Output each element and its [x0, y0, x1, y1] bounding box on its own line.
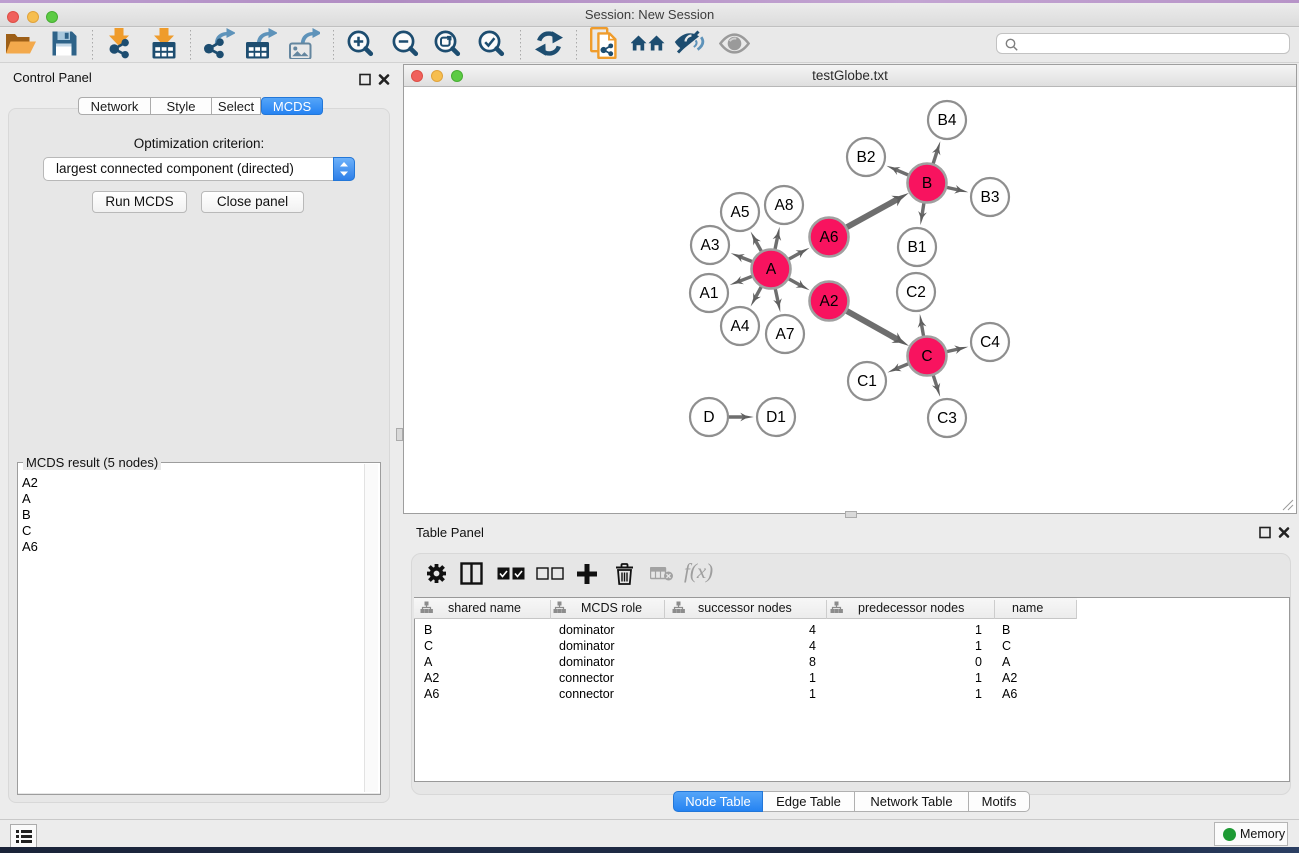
svg-text:B3: B3 [981, 189, 1000, 206]
svg-text:C1: C1 [857, 373, 877, 390]
svg-text:B4: B4 [938, 112, 957, 129]
svg-text:B1: B1 [908, 239, 927, 256]
svg-text:D: D [703, 409, 714, 426]
svg-text:B2: B2 [857, 149, 876, 166]
svg-text:C: C [921, 348, 932, 365]
svg-text:C3: C3 [937, 410, 957, 427]
svg-text:A6: A6 [820, 229, 839, 246]
svg-text:A7: A7 [776, 326, 795, 343]
svg-text:D1: D1 [766, 409, 786, 426]
svg-text:A3: A3 [701, 237, 720, 254]
svg-text:A4: A4 [731, 318, 750, 335]
svg-text:A5: A5 [731, 204, 750, 221]
svg-text:A: A [766, 261, 777, 278]
svg-text:A1: A1 [700, 285, 719, 302]
svg-text:B: B [922, 175, 932, 192]
svg-text:A8: A8 [775, 197, 794, 214]
svg-text:C2: C2 [906, 284, 926, 301]
svg-text:C4: C4 [980, 334, 1000, 351]
svg-text:A2: A2 [820, 293, 839, 310]
